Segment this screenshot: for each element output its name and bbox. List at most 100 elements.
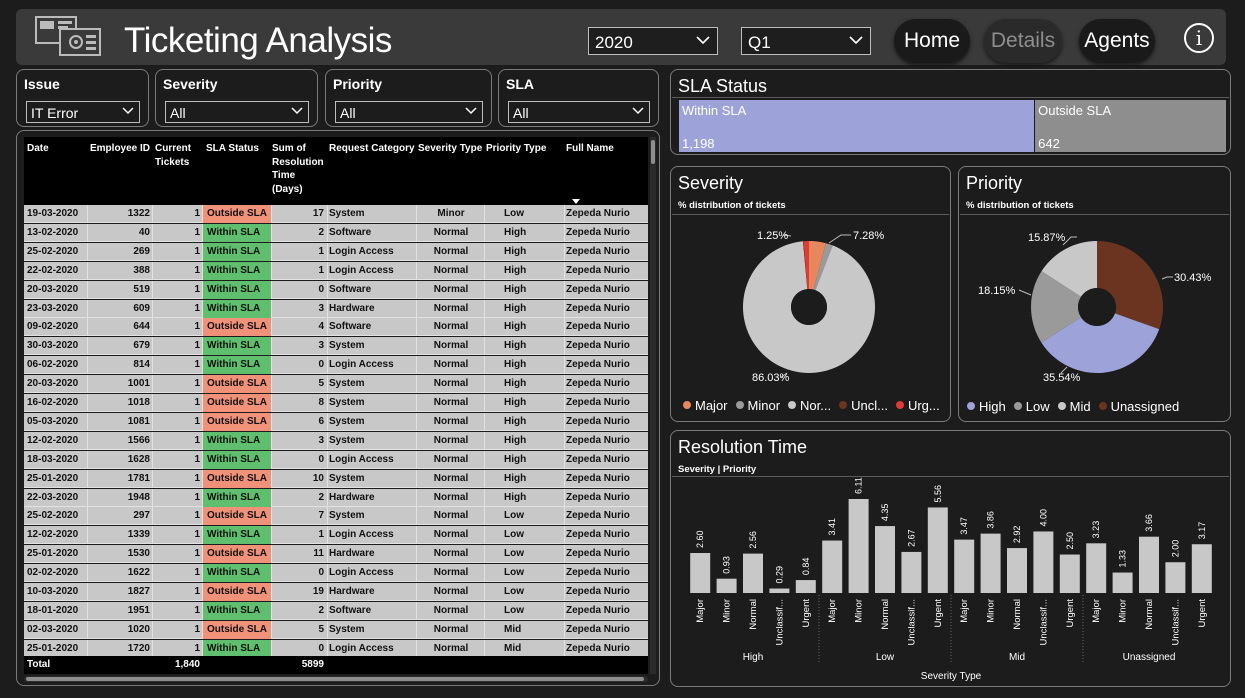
- table-cell: Outside SLA: [203, 507, 271, 526]
- priority-donut-chart[interactable]: 30.43% 35.54% 18.15% 15.87%: [959, 215, 1230, 395]
- bar-low-0[interactable]: [822, 540, 843, 593]
- table-cell: 519: [133, 283, 150, 295]
- table-row[interactable]: 22-03-2020 1948 1 Within SLA 2 Hardware Normal…: [24, 488, 648, 507]
- severity-legend-item[interactable]: Minor: [735, 398, 780, 413]
- table-row[interactable]: 13-02-2020 40 1 Within SLA 2 Software Normal Hi…: [24, 223, 648, 242]
- bar-high-2[interactable]: [743, 553, 763, 593]
- table-cell: Outside SLA: [203, 394, 271, 412]
- table-row[interactable]: 18-03-2020 1628 1 Within SLA 0 Login Access No…: [24, 450, 648, 469]
- severity-legend-item[interactable]: Urg...: [895, 398, 940, 413]
- table-row[interactable]: 09-02-2020 644 1 Outside SLA 4 Software Normal…: [24, 318, 648, 337]
- cell-divider: [564, 583, 565, 601]
- sla-dropdown[interactable]: All: [508, 101, 650, 123]
- table-row[interactable]: 18-01-2020 1951 1 Within SLA 2 Software Normal…: [24, 601, 648, 620]
- col-header-priority-type[interactable]: Priority Type: [486, 142, 564, 156]
- col-header-date[interactable]: Date: [27, 142, 87, 156]
- table-row[interactable]: 25-02-2020 297 1 Outside SLA 7 System Normal Lo…: [24, 507, 648, 526]
- severity-legend-item[interactable]: Nor...: [788, 398, 831, 413]
- col-header-current-tickets[interactable]: Current Tickets: [155, 142, 200, 169]
- nav-details-button[interactable]: Details: [984, 19, 1062, 63]
- table-row[interactable]: 20-03-2020 1001 1 Outside SLA 5 System Normal H…: [24, 375, 648, 394]
- year-dropdown[interactable]: 2020: [588, 27, 718, 55]
- sla-segment-within[interactable]: Within SLA 1,198: [679, 100, 1035, 152]
- table-row[interactable]: 25-02-2020 269 1 Within SLA 1 Login Access Nor…: [24, 242, 648, 261]
- bar-data-label: 3.23: [1091, 521, 1101, 539]
- bar-mid-1[interactable]: [980, 533, 1001, 593]
- bar-high-4[interactable]: [795, 580, 816, 593]
- cell-divider: [152, 356, 153, 375]
- table-row[interactable]: 16-02-2020 1018 1 Outside SLA 8 System Normal H…: [24, 394, 648, 412]
- table-row[interactable]: 06-02-2020 814 1 Within SLA 0 Login Access Nor…: [24, 356, 648, 375]
- col-header-full-name[interactable]: Full Name: [566, 142, 644, 156]
- bar-unassigned-1[interactable]: [1112, 572, 1133, 593]
- table-row[interactable]: 25-01-2020 1720 1 Within SLA 0 Login Access No…: [24, 639, 648, 658]
- table-row[interactable]: 02-03-2020 1020 1 Outside SLA 5 System Normal M…: [24, 620, 648, 639]
- priority-legend-item[interactable]: Unassigned: [1098, 399, 1180, 414]
- priority-legend-item[interactable]: Low: [1013, 399, 1050, 414]
- quarter-dropdown[interactable]: Q1: [741, 27, 871, 55]
- cell-divider: [87, 412, 88, 431]
- bar-mid-4[interactable]: [1059, 554, 1080, 593]
- bar-unassigned-0[interactable]: [1086, 543, 1107, 593]
- sla-segment-outside[interactable]: Outside SLA 642: [1035, 100, 1226, 152]
- vertical-scrollbar[interactable]: [650, 137, 656, 674]
- table-row[interactable]: 23-03-2020 609 1 Within SLA 3 Hardware Normal H…: [24, 299, 648, 318]
- bar-high-3[interactable]: [769, 588, 790, 593]
- info-icon[interactable]: i: [1184, 23, 1214, 53]
- table-cell: Zepeda Nurio: [566, 510, 630, 522]
- table-row[interactable]: 10-03-2020 1827 1 Outside SLA 19 Hardware Norm…: [24, 583, 648, 601]
- bar-mid-3[interactable]: [1033, 531, 1054, 593]
- cell-divider: [202, 583, 203, 601]
- bar-mid-2[interactable]: [1007, 548, 1027, 593]
- table-row[interactable]: 19-03-2020 1322 1 Outside SLA 17 System Minor L…: [24, 205, 648, 223]
- bar-low-3[interactable]: [901, 551, 922, 593]
- col-header-sla-status[interactable]: SLA Status: [206, 142, 268, 156]
- priority-dropdown[interactable]: All: [335, 101, 483, 123]
- bar-high-0[interactable]: [690, 553, 711, 593]
- col-header-employee-id[interactable]: Employee ID: [90, 142, 152, 156]
- table-row[interactable]: 12-02-2020 1566 1 Within SLA 3 System Normal Hi…: [24, 431, 648, 450]
- cell-divider: [564, 242, 565, 261]
- bar-low-2[interactable]: [875, 526, 895, 593]
- scrollbar-thumb[interactable]: [26, 677, 644, 681]
- nav-agents-button[interactable]: Agents: [1079, 19, 1155, 63]
- priority-legend-item[interactable]: Mid: [1057, 399, 1091, 414]
- cell-divider: [416, 261, 417, 280]
- bar-low-1[interactable]: [848, 499, 869, 593]
- col-header-resolution-time[interactable]: Sum of Resolution Time (Days): [272, 142, 326, 196]
- legend-label: Unassigned: [1110, 399, 1180, 414]
- bar-mid-0[interactable]: [954, 539, 975, 593]
- table-row[interactable]: 25-01-2020 1781 1 Outside SLA 10 System Normal…: [24, 469, 648, 488]
- total-resolution: 5899: [301, 659, 324, 670]
- bar-unassigned-3[interactable]: [1165, 562, 1186, 593]
- nav-home-button[interactable]: Home: [894, 19, 970, 63]
- scrollbar-thumb[interactable]: [651, 140, 655, 164]
- horizontal-scrollbar[interactable]: [24, 676, 648, 682]
- table-row[interactable]: 20-03-2020 519 1 Within SLA 0 Software Normal H…: [24, 280, 648, 299]
- bar-unassigned-4[interactable]: [1191, 544, 1212, 593]
- issue-dropdown[interactable]: IT Error: [26, 101, 140, 123]
- bar-high-1[interactable]: [716, 578, 737, 593]
- col-header-severity-type[interactable]: Severity Type: [418, 142, 484, 156]
- cell-divider: [327, 507, 328, 526]
- severity-legend-item[interactable]: Uncl...: [839, 398, 888, 413]
- table-cell: 1: [194, 245, 200, 257]
- table-row[interactable]: 02-02-2020 1622 1 Within SLA 0 Login Access No…: [24, 564, 648, 583]
- table-row[interactable]: 30-03-2020 679 1 Within SLA 3 System Normal Hig…: [24, 337, 648, 356]
- bar-unassigned-2[interactable]: [1139, 536, 1159, 593]
- severity-legend-item[interactable]: Major: [683, 398, 728, 413]
- severity-dropdown[interactable]: All: [165, 101, 309, 123]
- priority-legend-item[interactable]: High: [967, 399, 1006, 414]
- bar-low-4[interactable]: [927, 507, 948, 593]
- table-row[interactable]: 05-03-2020 1081 1 Outside SLA 6 System Normal H…: [24, 412, 648, 431]
- table-row[interactable]: 25-01-2020 1530 1 Outside SLA 11 Hardware Norm…: [24, 545, 648, 564]
- severity-donut-chart[interactable]: 7.28% 1.25% 86.03%: [671, 215, 950, 395]
- sort-descending-icon[interactable]: [572, 199, 580, 204]
- col-header-request-category[interactable]: Request Category: [329, 142, 417, 156]
- table-cell: High: [504, 453, 527, 465]
- priority-donut-hole: [1078, 288, 1116, 326]
- table-row[interactable]: 12-02-2020 1339 1 Within SLA 1 Login Access No…: [24, 526, 648, 545]
- cell-divider: [202, 375, 203, 394]
- table-row[interactable]: 22-02-2020 388 1 Within SLA 1 Login Access Nor…: [24, 261, 648, 280]
- resolution-bar-chart[interactable]: 2.60 Major 0.93 Minor 2.56 Normal 0.29 Unclassi…: [671, 477, 1230, 685]
